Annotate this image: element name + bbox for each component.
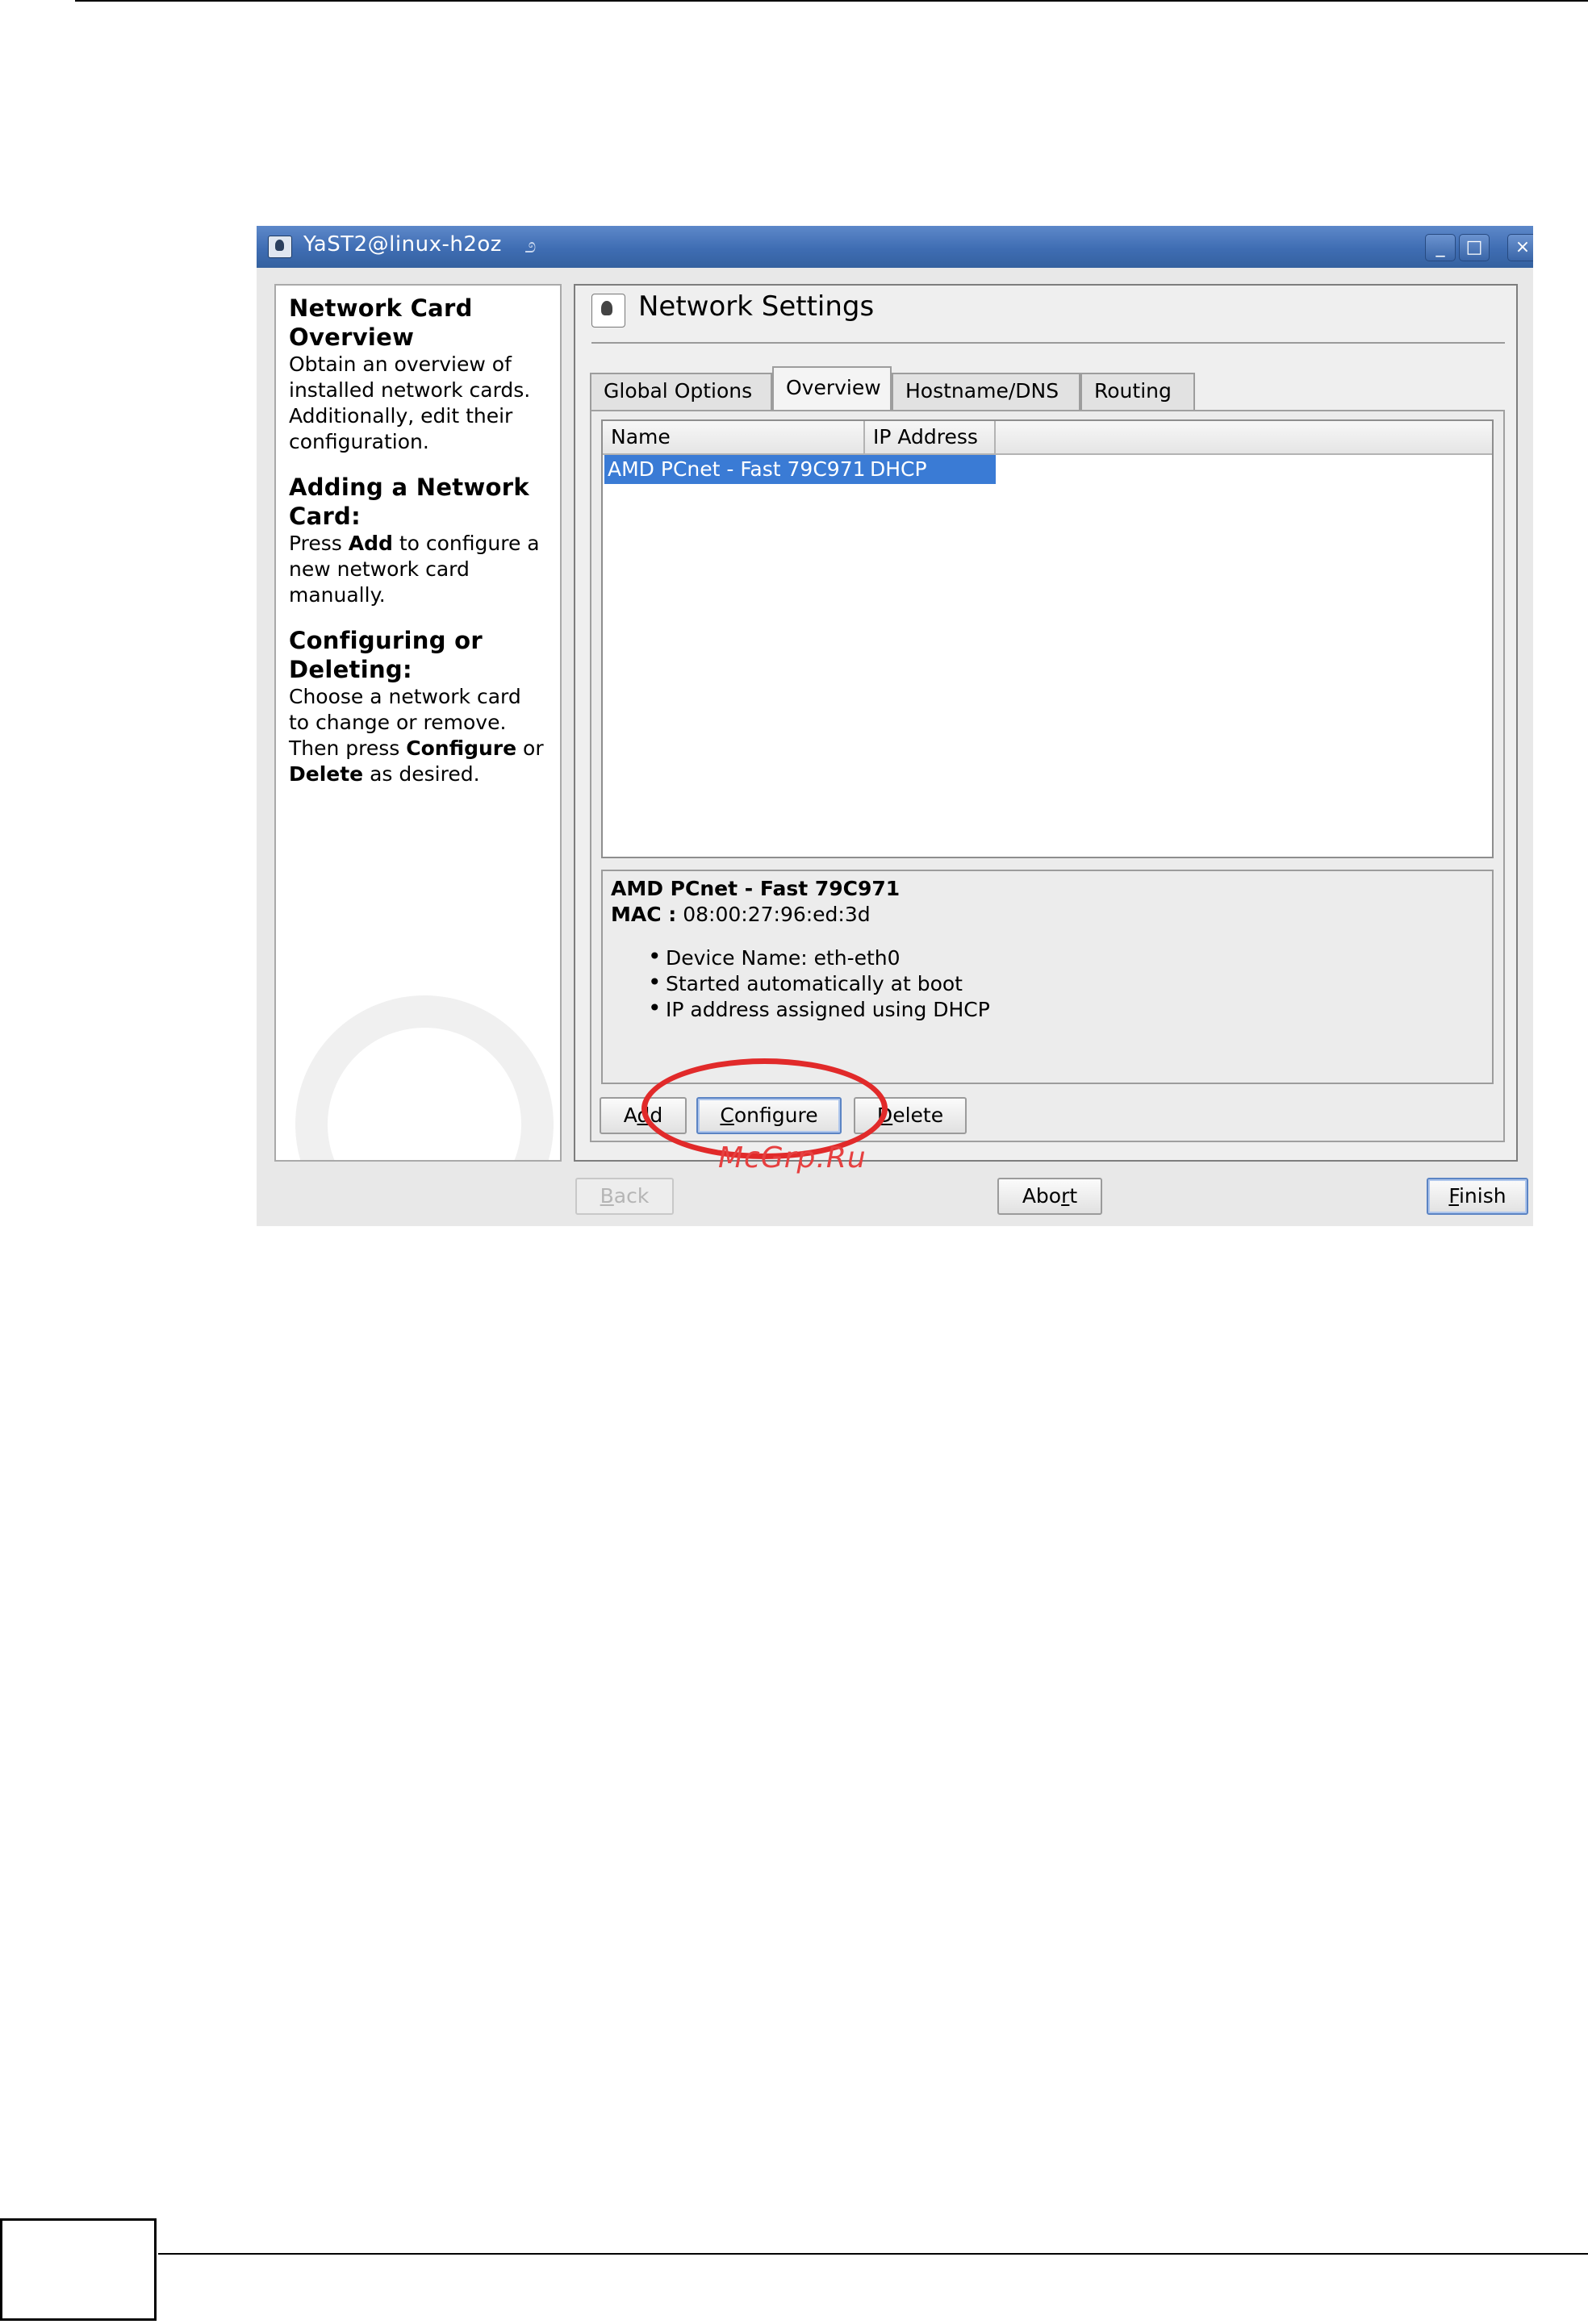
row-name-cell: AMD PCnet - Fast 79C971	[608, 457, 866, 481]
mac-label: MAC :	[611, 903, 677, 926]
back-button[interactable]: Back	[575, 1178, 674, 1215]
tab-global-options[interactable]: Global Options	[590, 373, 772, 410]
abort-button[interactable]: Abort	[997, 1178, 1102, 1215]
help-text-overview: Obtain an overview of installed network …	[289, 353, 531, 453]
help-watermark-logo	[295, 995, 554, 1160]
yast-window: YaST2@linux-h2oz ೨ _ □ × Network Card Ov…	[257, 226, 1533, 1226]
overview-tab-content: Name IP Address AMD PCnet - Fast 79C971 …	[590, 410, 1505, 1142]
network-card-table[interactable]: Name IP Address AMD PCnet - Fast 79C971 …	[601, 419, 1494, 858]
details-item-boot: Started automatically at boot	[648, 970, 1484, 997]
window-titlebar[interactable]: YaST2@linux-h2oz ೨ _ □ ×	[257, 226, 1533, 268]
page-number-box	[0, 2218, 157, 2321]
finish-button[interactable]: Finish	[1427, 1178, 1528, 1215]
yast-app-icon	[268, 236, 292, 258]
network-settings-panel: Network Settings Global Options Overview…	[574, 284, 1518, 1162]
title-divider	[591, 342, 1505, 344]
close-button[interactable]: ×	[1507, 234, 1533, 261]
help-heading-configuring: Configuring or Deleting:	[289, 627, 483, 683]
mac-value: 08:00:27:96:ed:3d	[683, 903, 871, 926]
help-panel: Network Card Overview Obtain an overview…	[274, 284, 562, 1162]
column-header-name[interactable]: Name	[603, 421, 865, 455]
help-text-adding: Press Add to configure a new network car…	[289, 532, 540, 607]
card-details-box: AMD PCnet - Fast 79C971 MAC : 08:00:27:9…	[601, 870, 1494, 1084]
maximize-button[interactable]: □	[1459, 234, 1490, 261]
row-ip-cell: DHCP	[870, 457, 927, 481]
details-mac-line: MAC : 08:00:27:96:ed:3d	[611, 902, 1484, 928]
details-item-device-name: Device Name: eth-eth0	[648, 944, 1484, 971]
page-bottom-rule	[158, 2253, 1588, 2255]
opensuse-spiral-icon: ೨	[524, 234, 537, 258]
tab-overview[interactable]: Overview	[772, 366, 892, 411]
help-heading-adding: Adding a Network Card:	[289, 474, 529, 530]
details-list: Device Name: eth-eth0 Started automatica…	[648, 944, 1484, 1023]
watermark-text: McGrp.Ru	[718, 1141, 867, 1175]
network-settings-icon	[591, 294, 625, 328]
page-top-rule	[75, 0, 1588, 2]
tab-routing[interactable]: Routing	[1080, 373, 1195, 410]
tab-hostname-dns[interactable]: Hostname/DNS	[892, 373, 1080, 410]
page-title: Network Settings	[638, 290, 875, 323]
help-text-configuring: Choose a network card to change or remov…	[289, 685, 544, 786]
table-row[interactable]: AMD PCnet - Fast 79C971 DHCP	[604, 455, 996, 484]
minimize-button[interactable]: _	[1425, 234, 1456, 261]
column-header-filler	[996, 421, 1492, 455]
details-item-ip: IP address assigned using DHCP	[648, 995, 1484, 1023]
column-header-ip-address[interactable]: IP Address	[865, 421, 996, 455]
window-title: YaST2@linux-h2oz	[303, 232, 502, 257]
help-heading-overview: Network Card Overview	[289, 294, 473, 351]
details-card-name: AMD PCnet - Fast 79C971	[611, 877, 901, 900]
